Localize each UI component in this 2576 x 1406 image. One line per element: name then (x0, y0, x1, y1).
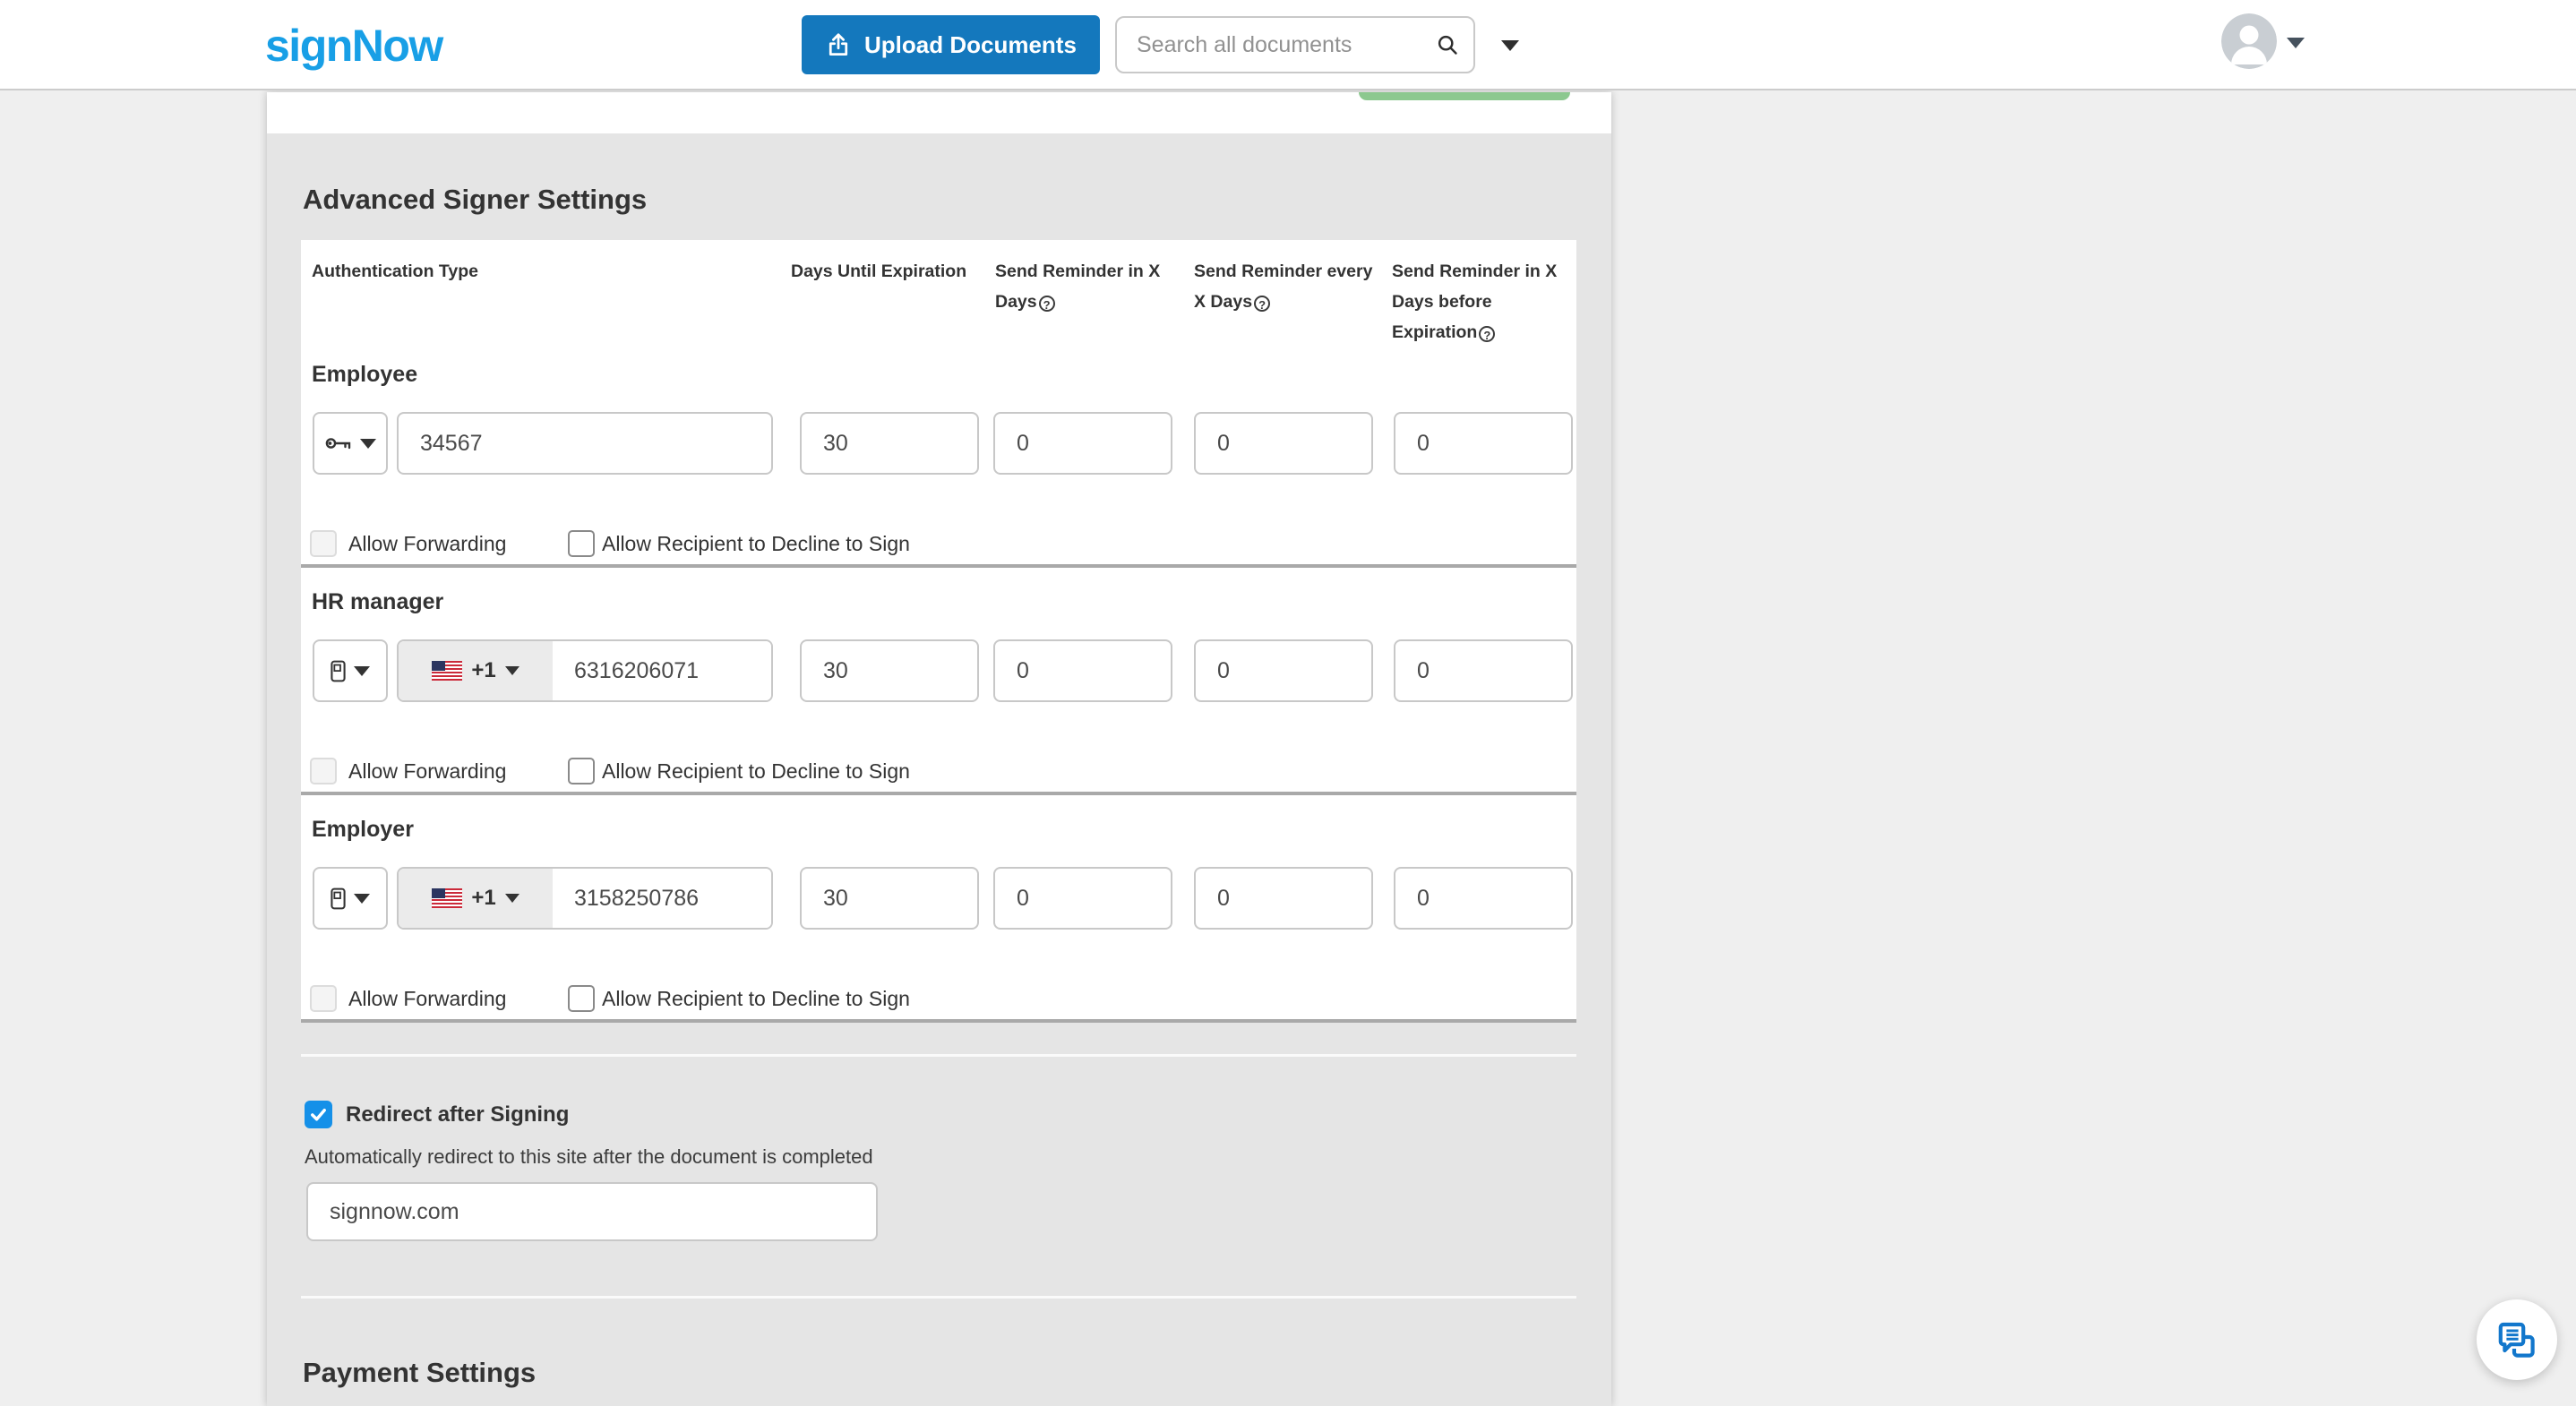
signer-group-hr-manager: HR manager +1 6316206071 30 0 0 0 Allow … (301, 564, 1576, 792)
column-header-send-reminder-every-x-days: Send Reminder every X Days? (1194, 256, 1387, 317)
column-header-send-reminder-in-x-days: Send Reminder in X Days? (995, 256, 1185, 317)
search-icon[interactable] (1436, 33, 1459, 56)
send-reminder-every-x-days-input[interactable] (1194, 639, 1373, 702)
allow-forwarding-checkbox[interactable] (310, 758, 337, 784)
chevron-down-icon (354, 665, 370, 676)
phone-number-input[interactable] (553, 641, 771, 700)
section-divider (301, 1296, 1576, 1299)
previous-section-strip (267, 92, 1611, 133)
allow-forwarding-label: Allow Forwarding (348, 759, 507, 783)
allow-decline-label: Allow Recipient to Decline to Sign (602, 532, 910, 555)
phone-country-prefix-dropdown[interactable]: +1 (399, 869, 553, 928)
auth-type-dropdown[interactable] (313, 867, 388, 930)
send-reminder-before-expiration-input[interactable] (1394, 867, 1573, 930)
help-icon[interactable]: ? (1038, 296, 1055, 312)
allow-forwarding-checkbox[interactable] (310, 985, 337, 1012)
search-input[interactable] (1117, 18, 1436, 72)
redirect-after-signing-label: Redirect after Signing (346, 1102, 570, 1127)
signer-group-employee: Employee 34567 30 0 0 0 Allow Forwarding… (301, 340, 1576, 564)
user-avatar[interactable] (2221, 13, 2277, 69)
country-code: +1 (471, 658, 496, 682)
chevron-down-icon (354, 893, 370, 904)
send-reminder-before-expiration-input[interactable] (1394, 639, 1573, 702)
checkmark-icon (308, 1104, 329, 1125)
signer-settings-table: Authentication Type Days Until Expiratio… (301, 240, 1576, 1023)
signer-name: HR manager (312, 589, 444, 614)
upload-icon (825, 31, 852, 58)
redirect-description: Automatically redirect to this site afte… (305, 1145, 873, 1168)
key-icon (325, 436, 352, 450)
allow-decline-label: Allow Recipient to Decline to Sign (602, 759, 910, 783)
phone-input-group: +1 (397, 867, 773, 930)
allow-forwarding-checkbox[interactable] (310, 530, 337, 557)
signer-group-employer: Employer +1 3158250786 30 0 0 0 Allow Fo… (301, 792, 1576, 1019)
page: signNow Upload Documents Search all docu… (0, 0, 2576, 1406)
chevron-down-icon (359, 438, 376, 449)
country-code: +1 (471, 886, 496, 910)
column-header-authentication-type: Authentication Type (312, 261, 478, 281)
column-header-send-reminder-before-expiration: Send Reminder in X Days before Expiratio… (1392, 256, 1582, 347)
auth-type-dropdown[interactable] (313, 412, 388, 475)
send-reminder-in-x-days-input[interactable] (993, 639, 1172, 702)
column-header-days-until-expiration: Days Until Expiration (791, 261, 967, 281)
chevron-down-icon (504, 666, 519, 675)
phone-icon (331, 887, 346, 910)
column-header-text: Send Reminder in X Days (995, 261, 1161, 312)
send-reminder-before-expiration-input[interactable] (1394, 412, 1573, 475)
redirect-url-input[interactable] (306, 1182, 878, 1241)
upload-button-label: Upload Documents (864, 30, 1077, 58)
phone-input-group: +1 (397, 639, 773, 702)
allow-decline-checkbox[interactable] (568, 758, 595, 784)
send-reminder-every-x-days-input[interactable] (1194, 867, 1373, 930)
avatar-person-icon (2221, 13, 2277, 69)
days-until-expiration-input[interactable] (800, 867, 979, 930)
advanced-signer-settings-title: Advanced Signer Settings (303, 184, 648, 215)
allow-decline-checkbox[interactable] (568, 530, 595, 557)
allow-decline-label: Allow Recipient to Decline to Sign (602, 987, 910, 1010)
search-box (1115, 16, 1475, 73)
signer-name: Employer (312, 817, 414, 842)
auth-value-input[interactable] (397, 412, 773, 475)
column-header-text: Send Reminder every X Days (1194, 261, 1373, 312)
app-header: signNow Upload Documents (0, 0, 2576, 90)
chat-button[interactable] (2477, 1299, 2557, 1380)
phone-icon (331, 660, 346, 682)
table-header-row: Authentication Type Days Until Expiratio… (301, 240, 1576, 342)
upload-documents-button[interactable]: Upload Documents (802, 15, 1100, 74)
phone-country-prefix-dropdown[interactable]: +1 (399, 641, 553, 700)
chat-icon (2495, 1318, 2538, 1361)
send-reminder-in-x-days-input[interactable] (993, 867, 1172, 930)
allow-decline-checkbox[interactable] (568, 985, 595, 1012)
section-divider (301, 1054, 1576, 1057)
column-header-text: Send Reminder in X Days before Expiratio… (1392, 261, 1558, 342)
us-flag-icon (432, 661, 463, 681)
content-panel: Advanced Signer Settings Authentication … (267, 92, 1611, 1406)
payment-settings-title: Payment Settings (303, 1357, 537, 1388)
allow-forwarding-label: Allow Forwarding (348, 532, 507, 555)
send-reminder-every-x-days-input[interactable] (1194, 412, 1373, 475)
signnow-logo[interactable]: signNow (265, 20, 443, 72)
auth-type-dropdown[interactable] (313, 639, 388, 702)
redirect-after-signing-checkbox[interactable] (305, 1101, 332, 1128)
us-flag-icon (432, 888, 463, 908)
phone-number-input[interactable] (553, 869, 771, 928)
account-menu-chevron-down-icon[interactable] (2287, 38, 2305, 48)
days-until-expiration-input[interactable] (800, 639, 979, 702)
search-filter-chevron-down-icon[interactable] (1501, 40, 1519, 51)
allow-forwarding-label: Allow Forwarding (348, 987, 507, 1010)
days-until-expiration-input[interactable] (800, 412, 979, 475)
green-button-fragment[interactable] (1359, 92, 1570, 100)
signer-name: Employee (312, 362, 418, 387)
help-icon[interactable]: ? (1254, 296, 1271, 312)
send-reminder-in-x-days-input[interactable] (993, 412, 1172, 475)
chevron-down-icon (504, 894, 519, 903)
